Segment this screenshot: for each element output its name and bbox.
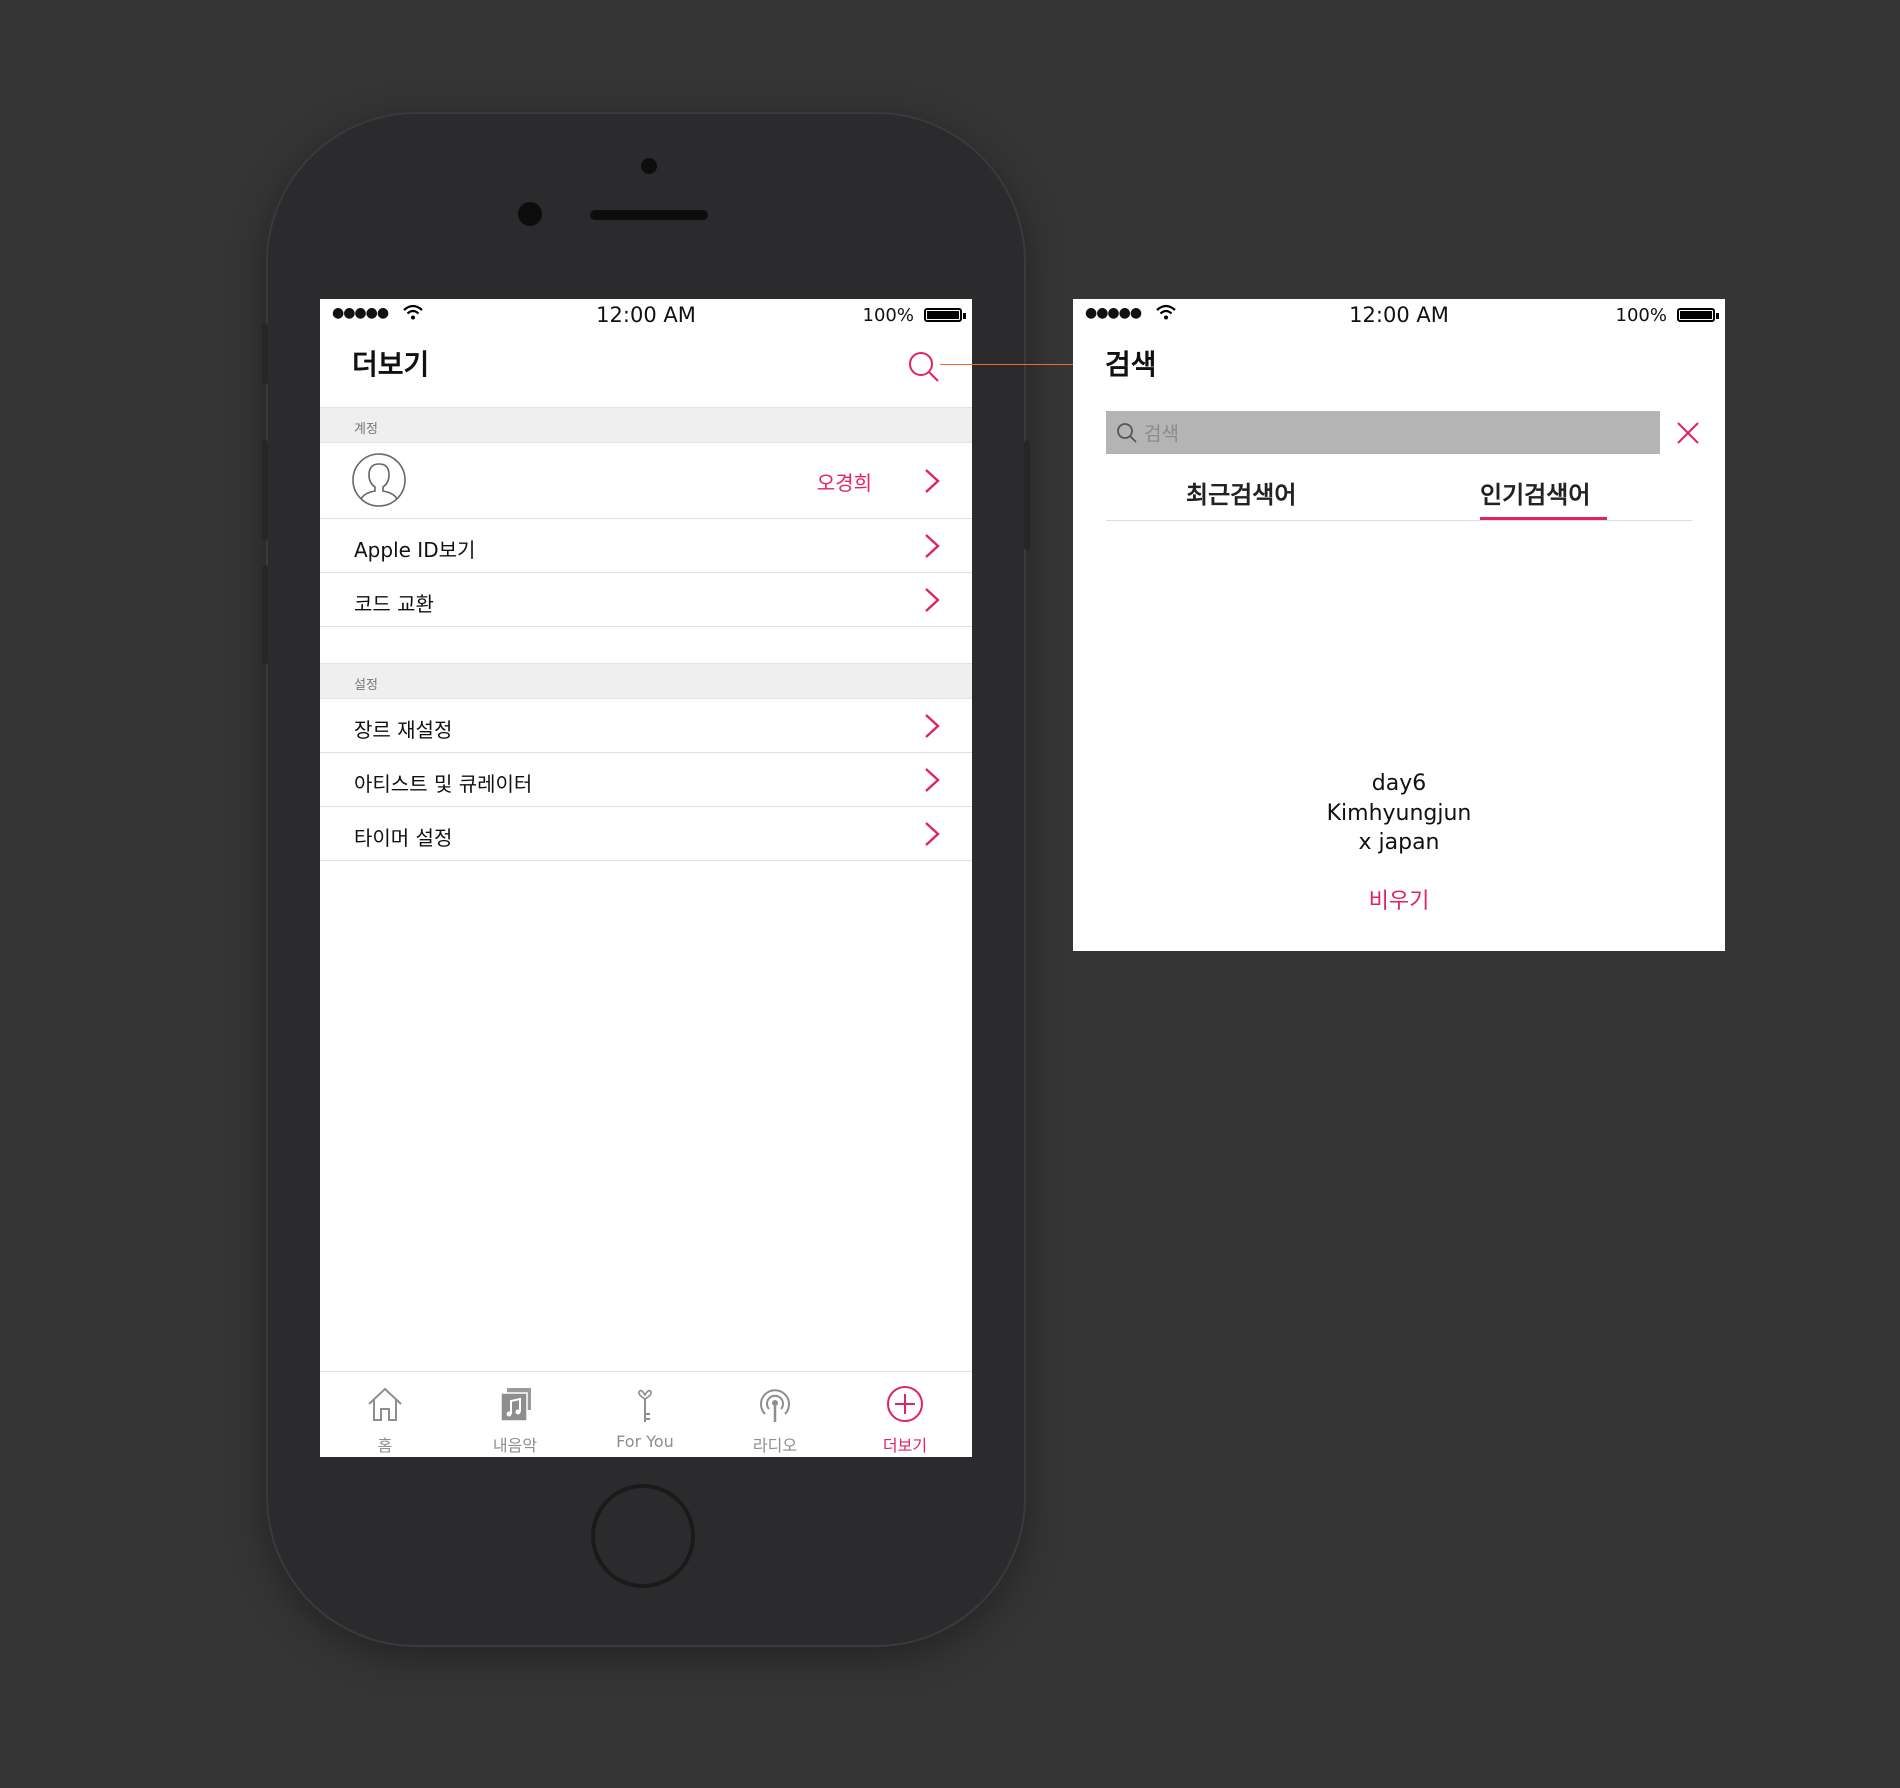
- page-title: 더보기: [352, 348, 430, 381]
- tab-recent-searches[interactable]: 최근검색어: [1186, 475, 1296, 510]
- avatar-icon: [352, 453, 406, 507]
- tab-bar: 홈 내음악 For You 라디오 더보기: [320, 1371, 972, 1457]
- row-label: 장르 재설정: [354, 718, 453, 742]
- row-label: 타이머 설정: [354, 826, 453, 850]
- battery-icon: [924, 308, 962, 322]
- battery-percent: 100%: [1615, 305, 1667, 326]
- tab-more[interactable]: 더보기: [840, 1372, 970, 1457]
- home-icon: [368, 1387, 402, 1421]
- callout-line: [940, 364, 1090, 365]
- earpiece-speaker: [590, 210, 708, 220]
- chevron-right-icon: [925, 714, 940, 738]
- row-code-exchange[interactable]: 코드 교환: [320, 573, 972, 627]
- row-genre-reset[interactable]: 장르 재설정: [320, 699, 972, 753]
- search-field[interactable]: [1106, 411, 1660, 456]
- profile-name: 오경희: [816, 471, 872, 495]
- chevron-right-icon: [925, 768, 940, 792]
- volume-down-button: [262, 565, 268, 665]
- front-camera: [518, 202, 542, 226]
- key-icon: [638, 1389, 652, 1422]
- search-icon: [1117, 423, 1137, 443]
- clear-history-button[interactable]: 비우기: [1073, 883, 1725, 915]
- proximity-sensor: [641, 158, 657, 174]
- tab-my-music[interactable]: 내음악: [450, 1372, 580, 1457]
- active-tab-indicator: [1480, 517, 1607, 520]
- radio-icon: [760, 1389, 790, 1422]
- battery-tip: [963, 313, 966, 319]
- tab-label: 홈: [377, 1436, 393, 1455]
- tab-radio[interactable]: 라디오: [710, 1372, 840, 1457]
- home-button[interactable]: [591, 1484, 695, 1588]
- more-screen: ●●●●● 12:00 AM 100% 더보기 계정 오경희 Apple ID보…: [320, 299, 972, 1457]
- chevron-right-icon: [925, 469, 940, 493]
- close-icon[interactable]: [1674, 419, 1702, 447]
- tab-label: 내음악: [492, 1436, 538, 1455]
- tab-label: 더보기: [882, 1436, 928, 1455]
- chevron-right-icon: [925, 822, 940, 846]
- tab-popular-searches[interactable]: 인기검색어: [1480, 475, 1590, 510]
- row-label: Apple ID보기: [354, 538, 476, 562]
- row-timer-settings[interactable]: 타이머 설정: [320, 807, 972, 861]
- row-label: 아티스트 및 큐레이터: [354, 772, 533, 796]
- tab-home[interactable]: 홈: [320, 1372, 450, 1457]
- search-screen: ●●●●● 12:00 AM 100% 검색 최근검색어 인기검색어 day6 …: [1073, 299, 1725, 951]
- battery-icon: [1677, 308, 1715, 322]
- plus-circle-icon: [887, 1386, 923, 1422]
- battery-percent: 100%: [862, 305, 914, 326]
- status-bar: ●●●●● 12:00 AM 100%: [320, 299, 972, 333]
- search-icon[interactable]: [906, 349, 942, 385]
- volume-up-button: [262, 440, 268, 540]
- profile-row[interactable]: 오경희: [320, 443, 972, 519]
- mute-switch: [262, 323, 268, 385]
- search-title: 검색: [1105, 348, 1157, 381]
- search-result-item[interactable]: day6: [1073, 771, 1725, 796]
- section-header-settings: 설정: [320, 663, 972, 699]
- tab-for-you[interactable]: For You: [580, 1372, 710, 1457]
- status-bar: ●●●●● 12:00 AM 100%: [1073, 299, 1725, 333]
- tab-label: For You: [616, 1432, 674, 1451]
- search-result-item[interactable]: x japan: [1073, 830, 1725, 855]
- search-tabs: 최근검색어 인기검색어: [1106, 469, 1692, 521]
- section-header-account: 계정: [320, 407, 972, 443]
- chevron-right-icon: [925, 588, 940, 612]
- music-album-icon: [500, 1388, 531, 1422]
- row-apple-id[interactable]: Apple ID보기: [320, 519, 972, 573]
- search-result-item[interactable]: Kimhyungjun: [1073, 801, 1725, 826]
- battery-tip: [1716, 313, 1719, 319]
- section-label: 설정: [354, 678, 378, 693]
- power-button: [1024, 440, 1030, 550]
- row-artist-curator[interactable]: 아티스트 및 큐레이터: [320, 753, 972, 807]
- tab-label: 라디오: [752, 1436, 798, 1455]
- chevron-right-icon: [925, 534, 940, 558]
- section-label: 계정: [354, 422, 378, 437]
- row-label: 코드 교환: [354, 592, 434, 616]
- search-input[interactable]: [1142, 411, 1646, 456]
